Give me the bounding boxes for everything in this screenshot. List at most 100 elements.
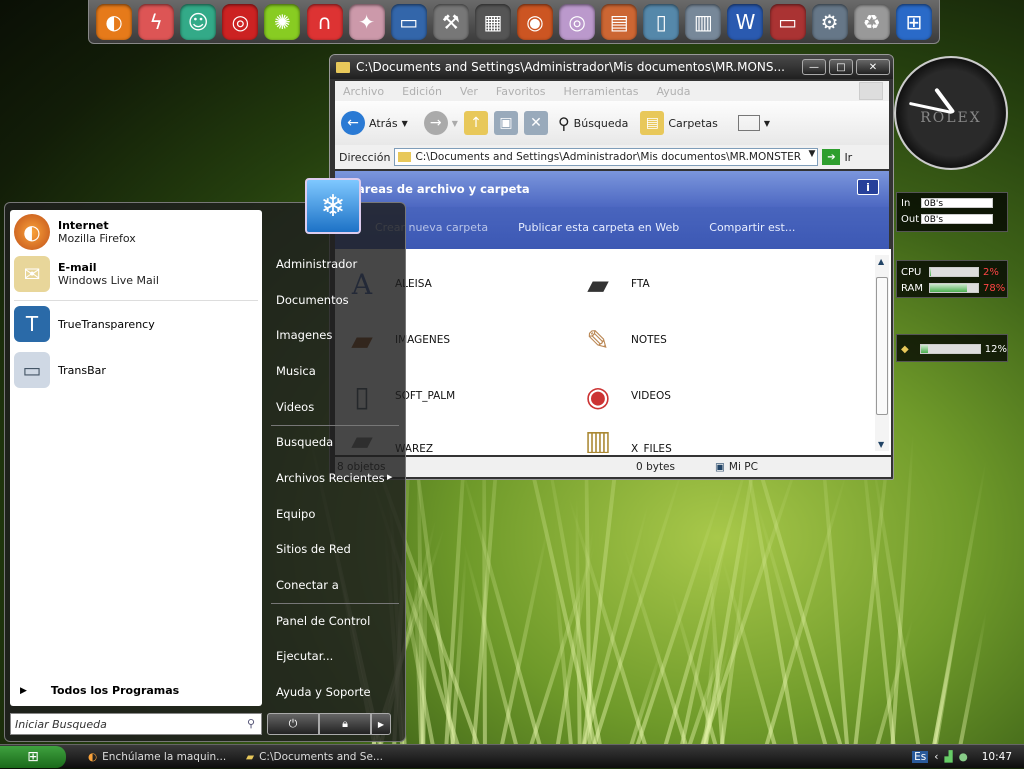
lime-icon[interactable]: ✺ xyxy=(264,4,300,40)
info-icon[interactable]: i xyxy=(857,179,879,195)
search-button[interactable]: ⚲ Búsqueda xyxy=(558,114,628,133)
recycle-bin-icon[interactable]: ♻ xyxy=(854,4,890,40)
windows-icon[interactable]: ⊞ xyxy=(896,4,932,40)
file-item[interactable]: ✎ NOTES xyxy=(575,317,667,363)
arrow-right-icon[interactable]: ▶ xyxy=(371,713,391,735)
film-icon[interactable]: ▦ xyxy=(475,4,511,40)
word-icon[interactable]: W xyxy=(727,4,763,40)
power-button[interactable]: ⏻ xyxy=(267,713,319,735)
start-search-input[interactable]: Iniciar Busqueda ⚲ xyxy=(10,713,262,735)
delete-button[interactable]: ✕ xyxy=(524,111,548,135)
gear-icon[interactable]: ⚙ xyxy=(812,4,848,40)
forward-button[interactable]: → ▼ xyxy=(424,111,458,135)
place-documentos[interactable]: Documentos xyxy=(276,293,349,307)
magnet-icon[interactable]: ∩ xyxy=(307,4,343,40)
phone-icon[interactable]: ▯ xyxy=(643,4,679,40)
pinned-internet[interactable]: ◐ Internet Mozilla Firefox xyxy=(14,214,136,250)
network-icon[interactable]: ▟ xyxy=(944,751,952,763)
scroll-thumb[interactable] xyxy=(876,277,888,415)
menu-edicion[interactable]: Edición xyxy=(402,85,442,98)
folders-button[interactable]: ▤ Carpetas xyxy=(640,111,717,135)
place-administrador[interactable]: Administrador xyxy=(276,257,357,271)
lock-button[interactable]: 🔒︎ xyxy=(319,713,371,735)
minimize-button[interactable]: — xyxy=(802,59,826,75)
window-title: C:\Documents and Settings\Administrador\… xyxy=(356,60,802,74)
recent-transbar[interactable]: ▭ TransBar xyxy=(14,352,106,388)
messenger-icon[interactable]: ☺ xyxy=(180,4,216,40)
chevron-left-icon[interactable]: ‹ xyxy=(934,751,938,763)
ram-fill xyxy=(930,284,967,292)
search-icon[interactable]: ⚲ xyxy=(247,717,255,730)
up-folder-button[interactable]: ↑ xyxy=(464,111,488,135)
cpu-bar xyxy=(929,267,979,277)
user-icon[interactable]: ● xyxy=(959,751,968,763)
task-publish-web[interactable]: Publicar esta carpeta en Web xyxy=(518,221,679,234)
place-conectar-a[interactable]: Conectar a xyxy=(276,578,339,592)
place-imagenes[interactable]: Imagenes xyxy=(276,328,332,342)
back-button[interactable]: ← Atrás ▼ xyxy=(341,111,408,135)
arrow-right-icon: ▶ xyxy=(387,473,392,481)
lightning-icon[interactable]: ϟ xyxy=(138,4,174,40)
pinned-email[interactable]: ✉ E-mail Windows Live Mail xyxy=(14,256,159,292)
game-icon[interactable]: ◎ xyxy=(222,4,258,40)
maximize-button[interactable]: □ xyxy=(829,59,853,75)
firefox-icon: ◐ xyxy=(14,214,50,250)
disc-icon[interactable]: ◎ xyxy=(559,4,595,40)
folders-icon: ▤ xyxy=(640,111,664,135)
menu-herramientas[interactable]: Herramientas xyxy=(564,85,639,98)
menu-archivo[interactable]: Archivo xyxy=(343,85,384,98)
menu-ver[interactable]: Ver xyxy=(460,85,478,98)
place-equipo[interactable]: Equipo xyxy=(276,507,315,521)
all-programs-label: Todos los Programas xyxy=(51,684,179,697)
explorer-titlebar[interactable]: C:\Documents and Settings\Administrador\… xyxy=(330,55,893,79)
media-icon[interactable]: ◉ xyxy=(517,4,553,40)
place-archivos-recientes[interactable]: Archivos Recientes xyxy=(276,471,385,485)
file-item[interactable]: ▰ FTA xyxy=(575,261,650,307)
task-share[interactable]: Compartir est... xyxy=(709,221,795,234)
place-busqueda[interactable]: Busqueda xyxy=(276,435,333,449)
place-panel-de-control[interactable]: Panel de Control xyxy=(276,614,370,628)
views-button[interactable]: ▼ xyxy=(738,115,770,131)
place-ayuda-y-soporte[interactable]: Ayuda y Soporte xyxy=(276,685,371,699)
go-icon[interactable]: ➔ xyxy=(822,149,840,165)
address-input[interactable]: C:\Documents and Settings\Administrador\… xyxy=(394,148,818,166)
place-ejecutar[interactable]: Ejecutar... xyxy=(276,649,333,663)
scroll-up-icon[interactable]: ▲ xyxy=(878,257,884,266)
chevron-down-icon[interactable]: ▼ xyxy=(809,149,816,159)
place-videos[interactable]: Videos xyxy=(276,400,314,414)
address-bar: Dirección C:\Documents and Settings\Admi… xyxy=(335,145,889,169)
start-button[interactable]: ⊞ xyxy=(0,746,66,768)
program-name: TrueTransparency xyxy=(58,318,155,331)
close-button[interactable]: ✕ xyxy=(856,59,890,75)
video-icon: ◉ xyxy=(575,373,621,419)
search-label: Búsqueda xyxy=(574,117,629,130)
recent-truetransparency[interactable]: T TrueTransparency xyxy=(14,306,155,342)
disk-bar xyxy=(920,344,981,354)
folders-label: Carpetas xyxy=(668,117,717,130)
computer-icon: ▣ xyxy=(715,461,725,473)
menu-ayuda[interactable]: Ayuda xyxy=(656,85,690,98)
tools-icon[interactable]: ⚒ xyxy=(433,4,469,40)
red-monitor-icon[interactable]: ▭ xyxy=(770,4,806,40)
stars-icon[interactable]: ✦ xyxy=(349,4,385,40)
folder-icon: ▰ xyxy=(246,751,254,763)
file-item[interactable]: ◉ VIDEOS xyxy=(575,373,671,419)
firefox-icon[interactable]: ◐ xyxy=(96,4,132,40)
all-programs-button[interactable]: ▶ Todos los Programas xyxy=(20,684,179,697)
place-sitios-de-red[interactable]: Sitios de Red xyxy=(276,542,351,556)
taskbar-item-firefox[interactable]: ◐ Enchúlame la maquin... xyxy=(84,747,232,767)
monitor-icon[interactable]: ▭ xyxy=(391,4,427,40)
menu-favoritos[interactable]: Favoritos xyxy=(496,85,546,98)
files-icon[interactable]: ▥ xyxy=(685,4,721,40)
explorer-window[interactable]: C:\Documents and Settings\Administrador\… xyxy=(329,54,894,480)
file-item[interactable]: ▥ X_FILES xyxy=(575,427,672,453)
archive-icon[interactable]: ▤ xyxy=(601,4,637,40)
ram-value: 78% xyxy=(983,283,1005,294)
place-musica[interactable]: Musica xyxy=(276,364,316,378)
language-indicator[interactable]: Es xyxy=(912,751,928,763)
taskbar-item-explorer[interactable]: ▰ C:\Documents and Se... xyxy=(242,747,390,767)
vertical-scrollbar[interactable]: ▲ ▼ xyxy=(875,255,889,451)
go-button[interactable]: Ir xyxy=(844,151,852,164)
move-to-button[interactable]: ▣ xyxy=(494,111,518,135)
scroll-down-icon[interactable]: ▼ xyxy=(878,440,884,449)
